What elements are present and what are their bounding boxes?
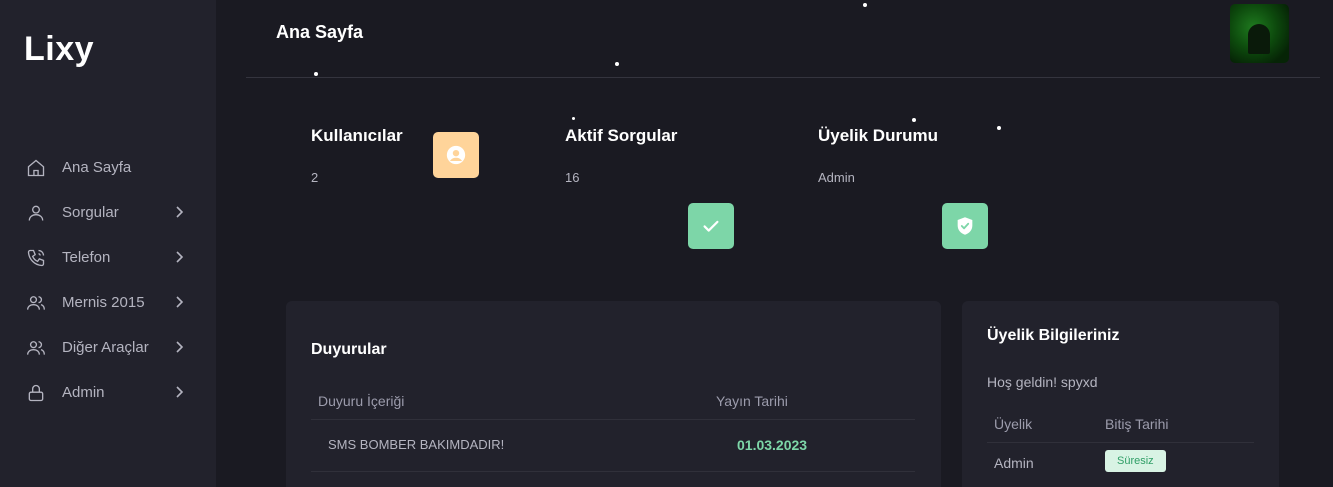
users-icon bbox=[26, 293, 46, 313]
shield-check-icon bbox=[942, 203, 988, 249]
user-circle-icon bbox=[433, 132, 479, 178]
page-title: Ana Sayfa bbox=[276, 22, 364, 42]
status-badge: Süresiz bbox=[1105, 450, 1166, 472]
column-header: Bitiş Tarihi bbox=[1105, 416, 1169, 432]
stat-value: Admin bbox=[818, 170, 855, 185]
card-title: Duyurular bbox=[311, 341, 387, 358]
decorative-dot bbox=[912, 118, 916, 122]
sidebar-item-label: Telefon bbox=[62, 249, 111, 266]
column-header: Duyuru İçeriği bbox=[318, 393, 405, 409]
sidebar: Lixy Ana Sayfa Sorgular Telefon Mernis 2… bbox=[0, 0, 216, 487]
decorative-dot bbox=[615, 62, 619, 66]
chevron-right-icon bbox=[174, 249, 188, 265]
column-header: Yayın Tarihi bbox=[716, 393, 788, 409]
chevron-right-icon bbox=[174, 294, 188, 310]
sidebar-item-admin[interactable]: Admin bbox=[0, 370, 216, 415]
sidebar-item-label: Diğer Araçlar bbox=[62, 339, 149, 356]
membership-card: Üyelik Bilgileriniz Hoş geldin! spyxd Üy… bbox=[962, 301, 1279, 487]
column-header: Üyelik bbox=[994, 416, 1033, 432]
check-icon bbox=[688, 203, 734, 249]
stat-value: 16 bbox=[565, 170, 580, 185]
stat-title: Aktif Sorgular bbox=[565, 126, 678, 145]
sidebar-item-sorgular[interactable]: Sorgular bbox=[0, 190, 216, 235]
divider bbox=[311, 471, 915, 472]
sidebar-item-telefon[interactable]: Telefon bbox=[0, 235, 216, 280]
chevron-right-icon bbox=[174, 204, 188, 220]
users-icon bbox=[26, 338, 46, 358]
chevron-right-icon bbox=[174, 339, 188, 355]
card-title: Üyelik Bilgileriniz bbox=[987, 327, 1120, 344]
sidebar-item-diger-araclar[interactable]: Diğer Araçlar bbox=[0, 325, 216, 370]
decorative-dot bbox=[863, 3, 867, 7]
divider bbox=[311, 419, 915, 420]
membership-type: Admin bbox=[994, 455, 1034, 471]
stat-title: Üyelik Durumu bbox=[818, 126, 938, 145]
sidebar-item-mernis-2015[interactable]: Mernis 2015 bbox=[0, 280, 216, 325]
sidebar-item-label: Admin bbox=[62, 384, 105, 401]
sidebar-item-ana-sayfa[interactable]: Ana Sayfa bbox=[0, 145, 216, 190]
chevron-right-icon bbox=[174, 384, 188, 400]
stat-aktif-sorgular: Aktif Sorgular 16 bbox=[565, 126, 765, 185]
announcement-content: SMS BOMBER BAKIMDADIR! bbox=[328, 437, 505, 452]
stat-value: 2 bbox=[311, 170, 319, 185]
stat-title: Kullanıcılar bbox=[311, 126, 403, 145]
avatar[interactable] bbox=[1230, 4, 1289, 63]
greeting-text: Hoş geldin! spyxd bbox=[987, 374, 1098, 390]
brand-logo[interactable]: Lixy bbox=[24, 30, 94, 69]
home-icon bbox=[26, 158, 46, 178]
sidebar-item-label: Ana Sayfa bbox=[62, 159, 132, 176]
phone-icon bbox=[26, 248, 46, 268]
decorative-dot bbox=[314, 72, 318, 76]
stat-kullanicilar: Kullanıcılar 2 bbox=[311, 126, 511, 185]
lock-icon bbox=[26, 383, 46, 403]
topbar: Ana Sayfa bbox=[246, 0, 1320, 78]
announcements-card: Duyurular Duyuru İçeriği Yayın Tarihi SM… bbox=[286, 301, 941, 487]
sidebar-nav: Ana Sayfa Sorgular Telefon Mernis 2015 D… bbox=[0, 145, 216, 415]
sidebar-item-label: Mernis 2015 bbox=[62, 294, 145, 311]
user-icon bbox=[26, 203, 46, 223]
sidebar-item-label: Sorgular bbox=[62, 204, 119, 221]
stat-uyelik-durumu: Üyelik Durumu Admin bbox=[818, 126, 1018, 185]
announcement-date: 01.03.2023 bbox=[737, 437, 808, 453]
divider bbox=[987, 442, 1254, 443]
decorative-dot bbox=[572, 117, 575, 120]
